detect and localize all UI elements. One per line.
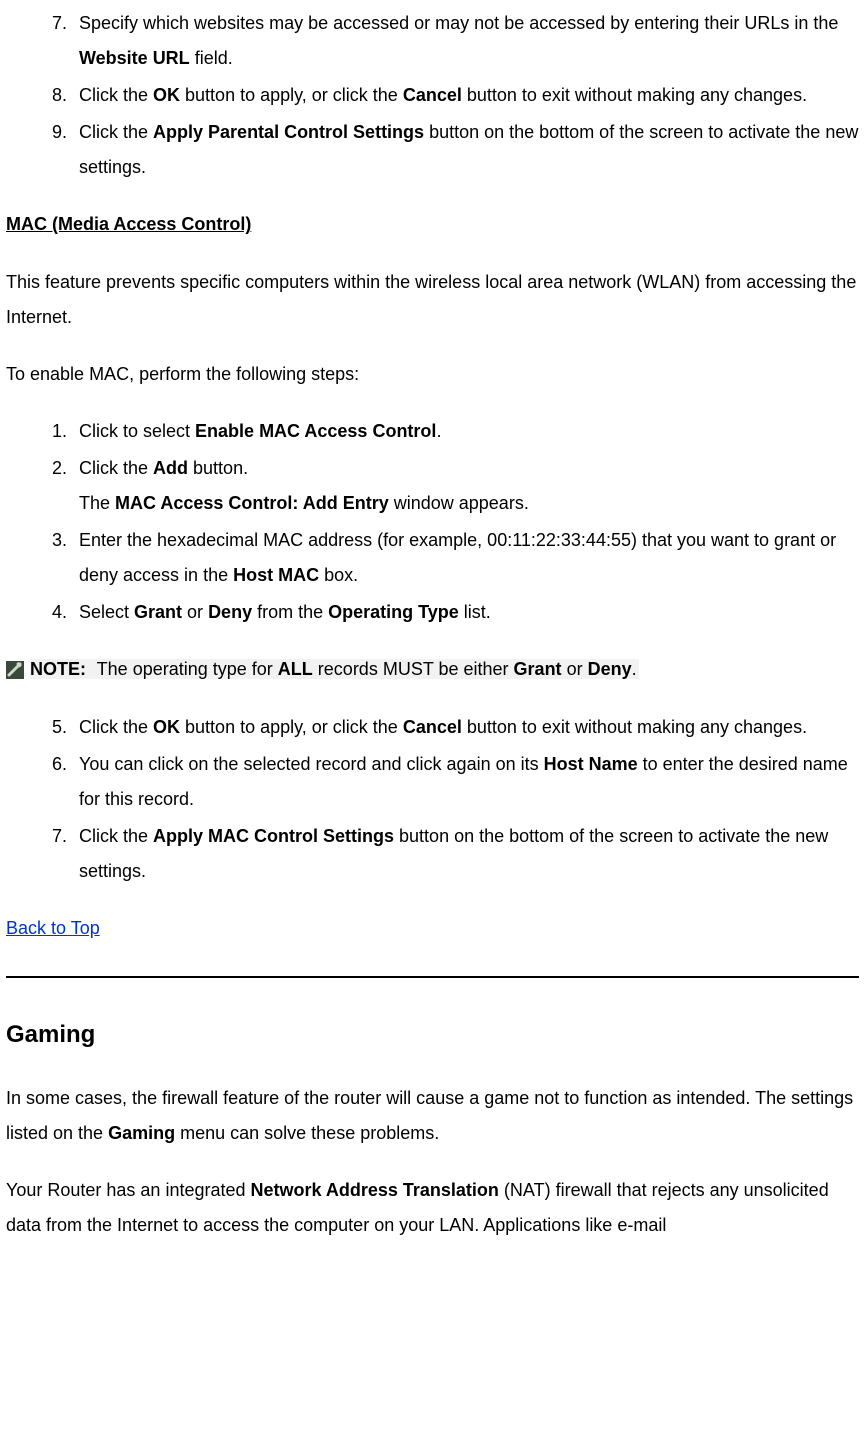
- text: Specify which websites may be accessed o…: [79, 13, 838, 33]
- bold-host-name: Host Name: [544, 754, 638, 774]
- bold-gaming: Gaming: [108, 1123, 175, 1143]
- bold-cancel: Cancel: [403, 85, 462, 105]
- section-divider: [6, 976, 859, 978]
- text: Click the: [79, 458, 153, 478]
- mac-step-3: Enter the hexadecimal MAC address (for e…: [61, 523, 859, 593]
- mac-step-6: You can click on the selected record and…: [61, 747, 859, 817]
- text: button to exit without making any change…: [462, 717, 807, 737]
- mac-step-5: Click the OK button to apply, or click t…: [61, 710, 859, 745]
- text: You can click on the selected record and…: [79, 754, 544, 774]
- bold-ok: OK: [153, 85, 180, 105]
- note-text: The operating type for ALL records MUST …: [90, 659, 639, 679]
- bold-nat: Network Address Translation: [251, 1180, 499, 1200]
- mac-steps-list-continued: Click the OK button to apply, or click t…: [6, 710, 859, 889]
- text: or: [182, 602, 208, 622]
- mac-intro: This feature prevents specific computers…: [6, 265, 859, 335]
- text: from the: [252, 602, 328, 622]
- text: Click the: [79, 85, 153, 105]
- mac-step-7: Click the Apply MAC Control Settings but…: [61, 819, 859, 889]
- text: button to exit without making any change…: [462, 85, 807, 105]
- note-body: NOTE: The operating type for ALL records…: [30, 652, 639, 687]
- text: .: [436, 421, 441, 441]
- text: field.: [190, 48, 233, 68]
- step-9: Click the Apply Parental Control Setting…: [61, 115, 859, 185]
- text: window appears.: [389, 493, 529, 513]
- bold-grant: Grant: [134, 602, 182, 622]
- text: button to apply, or click the: [180, 717, 403, 737]
- note-icon: [6, 661, 24, 679]
- step-8: Click the OK button to apply, or click t…: [61, 78, 859, 113]
- back-to-top-link[interactable]: Back to Top: [6, 918, 100, 938]
- steps-list-continued: Specify which websites may be accessed o…: [6, 6, 859, 185]
- text: The: [79, 493, 115, 513]
- bold-ok: OK: [153, 717, 180, 737]
- mac-heading: MAC (Media Access Control): [6, 207, 859, 242]
- mac-step-2: Click the Add button. The MAC Access Con…: [61, 451, 859, 521]
- note-label: NOTE:: [30, 659, 90, 679]
- gaming-heading: Gaming: [6, 1012, 859, 1059]
- text: Enter the hexadecimal MAC address (for e…: [79, 530, 836, 585]
- bold-deny: Deny: [208, 602, 252, 622]
- gaming-intro: In some cases, the firewall feature of t…: [6, 1081, 859, 1151]
- gaming-nat: Your Router has an integrated Network Ad…: [6, 1173, 859, 1243]
- text: button to apply, or click the: [180, 85, 403, 105]
- text: Click the: [79, 826, 153, 846]
- bold-operating-type: Operating Type: [328, 602, 459, 622]
- text: Click the: [79, 122, 153, 142]
- text: Click the: [79, 717, 153, 737]
- mac-step-1: Click to select Enable MAC Access Contro…: [61, 414, 859, 449]
- text: box.: [319, 565, 358, 585]
- mac-step-4: Select Grant or Deny from the Operating …: [61, 595, 859, 630]
- text: list.: [459, 602, 491, 622]
- bold-add-entry-window: MAC Access Control: Add Entry: [115, 493, 389, 513]
- text: menu can solve these problems.: [175, 1123, 439, 1143]
- text: Your Router has an integrated: [6, 1180, 251, 1200]
- bold-cancel: Cancel: [403, 717, 462, 737]
- step-7: Specify which websites may be accessed o…: [61, 6, 859, 76]
- bold-apply-parental-control: Apply Parental Control Settings: [153, 122, 424, 142]
- bold-website-url: Website URL: [79, 48, 190, 68]
- bold-apply-mac-control: Apply MAC Control Settings: [153, 826, 394, 846]
- bold-host-mac: Host MAC: [233, 565, 319, 585]
- bold-add: Add: [153, 458, 188, 478]
- text: button.: [188, 458, 248, 478]
- mac-step-2-sub: The MAC Access Control: Add Entry window…: [79, 486, 859, 521]
- text: Click to select: [79, 421, 195, 441]
- note-callout: NOTE: The operating type for ALL records…: [6, 652, 859, 687]
- text: Select: [79, 602, 134, 622]
- mac-lead: To enable MAC, perform the following ste…: [6, 357, 859, 392]
- bold-enable-mac: Enable MAC Access Control: [195, 421, 436, 441]
- mac-steps-list: Click to select Enable MAC Access Contro…: [6, 414, 859, 631]
